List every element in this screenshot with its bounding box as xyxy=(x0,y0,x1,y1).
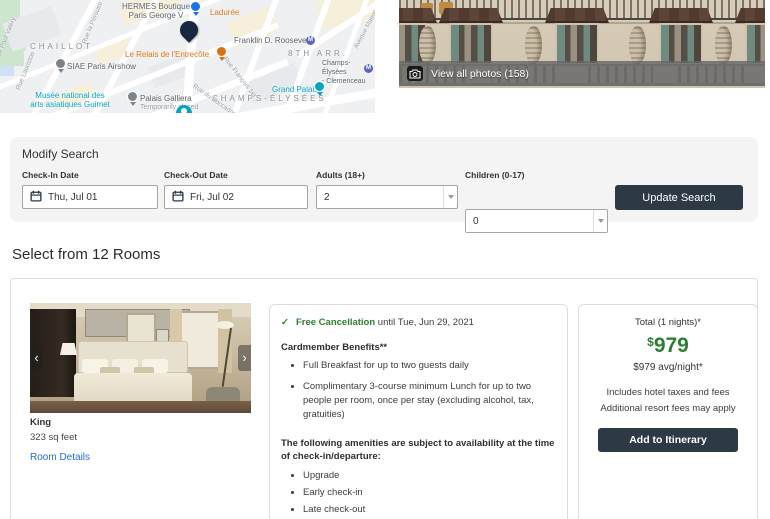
cancellation-until: until Tue, Jun 29, 2021 xyxy=(375,317,474,328)
children-select[interactable]: 0 xyxy=(465,209,608,233)
poi-pin-icon xyxy=(55,58,66,69)
pin-tip xyxy=(193,12,199,19)
room-photo[interactable] xyxy=(30,303,251,413)
pin-tip xyxy=(219,57,225,64)
check-in-value: Thu, Jul 01 xyxy=(48,192,97,203)
pin-tip xyxy=(58,69,64,76)
adults-select[interactable]: 2 xyxy=(316,185,458,209)
resort-fees-note: Additional resort fees may apply xyxy=(579,401,757,417)
avg-night-note: $979 avg/night* xyxy=(579,362,757,373)
facade-window-unit xyxy=(439,8,503,68)
view-all-photos-label: View all photos (158) xyxy=(431,68,529,80)
poi-pin-icon xyxy=(314,81,325,92)
restaurant-pin-icon xyxy=(216,46,227,57)
room-info-panel: ✓ Free Cancellation until Tue, Jun 29, 20… xyxy=(269,304,568,519)
carousel-next-button[interactable]: › xyxy=(238,345,251,371)
modify-search-title: Modify Search xyxy=(22,147,99,161)
carousel-prev-button[interactable]: ‹ xyxy=(30,345,43,371)
shopping-pin-icon xyxy=(190,1,201,12)
map-park xyxy=(0,0,20,17)
facade-window-unit xyxy=(545,8,609,68)
map-label: 8TH ARR. xyxy=(288,49,348,58)
benefit-item: Full Breakfast for up to two guests dail… xyxy=(303,359,557,373)
pin-tip xyxy=(317,92,323,99)
facade-urn xyxy=(629,26,646,64)
view-all-photos-button[interactable]: View all photos (158) xyxy=(399,61,765,86)
room-floor xyxy=(30,401,251,413)
total-label: Total (1 nights)* xyxy=(579,317,757,328)
room-name: King xyxy=(30,417,51,428)
check-in-date-input[interactable]: Thu, Jul 01 xyxy=(22,185,158,209)
pin-tip xyxy=(130,102,136,109)
hotel-photo[interactable]: View all photos (158) xyxy=(399,0,765,88)
map-label: Franklin D. Roosevelt xyxy=(234,36,310,45)
camera-icon xyxy=(407,66,423,81)
facade-urn xyxy=(715,26,732,64)
hotel-location-pin[interactable] xyxy=(176,17,201,42)
room-lamp xyxy=(60,343,77,355)
room-details-link[interactable]: Room Details xyxy=(30,452,90,463)
rooms-heading: Select from 12 Rooms xyxy=(12,246,160,263)
room-card: ‹ › King 323 sq feet Room Details ✓ Free … xyxy=(10,278,758,519)
facade-window-unit xyxy=(649,8,713,68)
map-label: Ladurée xyxy=(210,8,239,17)
price-amount: 979 xyxy=(654,334,689,357)
adults-label: Adults (18+) xyxy=(316,170,365,180)
benefits-title: Cardmember Benefits** xyxy=(281,342,557,353)
map-block xyxy=(0,66,14,76)
children-value: 0 xyxy=(473,216,479,227)
chevron-down-icon xyxy=(593,210,607,232)
pricing-panel: Total (1 nights)* $979 $979 avg/night* I… xyxy=(578,304,758,519)
chevron-down-icon xyxy=(443,186,457,208)
map-label: Musée national des arts asiatiques Guime… xyxy=(24,91,116,109)
location-map[interactable]: HERMES Boutique Paris George V Ladurée F… xyxy=(0,0,375,113)
map-label: Palais Galliera xyxy=(140,94,192,103)
map-label: HERMES Boutique Paris George V xyxy=(118,2,194,20)
total-price: $979 xyxy=(579,330,757,360)
cancellation-row: ✓ Free Cancellation until Tue, Jun 29, 20… xyxy=(281,317,557,328)
calendar-icon xyxy=(172,190,184,205)
modify-search-panel: Modify Search Check-In Date Check-Out Da… xyxy=(10,137,758,222)
children-label: Children (0-17) xyxy=(465,170,525,180)
amenity-item: Upgrade xyxy=(303,469,557,483)
check-in-label: Check-In Date xyxy=(22,170,79,180)
free-cancellation-label: Free Cancellation xyxy=(296,317,375,328)
map-label: CHAMPS-ÉLYSÉES xyxy=(212,94,327,103)
currency-symbol: $ xyxy=(647,335,654,349)
amenity-item: Late check-out xyxy=(303,503,557,517)
check-out-date-input[interactable]: Fri, Jul 02 xyxy=(164,185,308,209)
metro-icon: M xyxy=(306,36,315,45)
room-floor-lamp-shade xyxy=(216,321,234,329)
map-label: Champs-Élysées - Clemenceau xyxy=(322,59,366,86)
poi-pin-icon xyxy=(127,91,138,102)
map-label: Le Relais de l'Entrecôte xyxy=(125,50,209,59)
checkmark-icon: ✓ xyxy=(281,317,289,328)
benefits-list: Full Breakfast for up to two guests dail… xyxy=(281,359,557,422)
update-search-button[interactable]: Update Search xyxy=(615,185,743,210)
amenities-title: The following amenities are subject to a… xyxy=(281,437,557,463)
adults-value: 2 xyxy=(324,192,330,203)
facade-urn xyxy=(525,26,542,64)
page: HERMES Boutique Paris George V Ladurée F… xyxy=(0,0,770,519)
calendar-icon xyxy=(30,190,42,205)
taxes-note: Includes hotel taxes and fees xyxy=(579,385,757,401)
room-size: 323 sq feet xyxy=(30,432,77,443)
check-out-label: Check-Out Date xyxy=(164,170,228,180)
map-label: Grand Palais xyxy=(272,85,318,94)
benefit-item: Complimentary 3-course minimum Lunch for… xyxy=(303,380,557,422)
facade-urn xyxy=(419,26,436,64)
amenity-item: Early check-in xyxy=(303,486,557,500)
facade-window-unit xyxy=(735,8,765,68)
amenities-list: Upgrade Early check-in Late check-out xyxy=(281,469,557,517)
add-to-itinerary-button[interactable]: Add to Itinerary xyxy=(598,428,738,452)
check-out-value: Fri, Jul 02 xyxy=(190,192,234,203)
metro-icon: M xyxy=(364,64,373,73)
map-label: SIAE Paris Airshow xyxy=(67,62,136,71)
